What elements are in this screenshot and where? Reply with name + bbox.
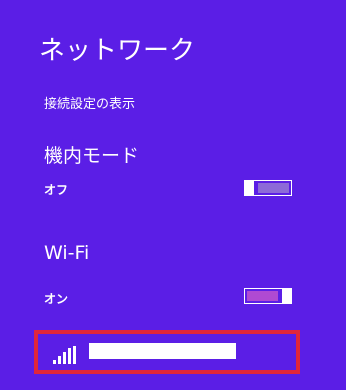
airplane-mode-label: 機内モード	[44, 145, 140, 167]
panel-title: ネットワーク	[39, 36, 196, 66]
toggle-thumb[interactable]	[282, 288, 292, 304]
wifi-toggle[interactable]	[244, 288, 292, 304]
wifi-state: オン	[44, 292, 69, 306]
toggle-thumb[interactable]	[244, 180, 254, 196]
signal-bar	[58, 356, 61, 364]
airplane-mode-state: オフ	[44, 183, 69, 197]
airplane-mode-toggle[interactable]	[244, 180, 292, 196]
signal-bar	[63, 352, 66, 364]
signal-bar	[68, 348, 71, 364]
toggle-track	[247, 291, 278, 301]
wifi-signal-icon	[53, 346, 77, 364]
signal-bar	[53, 360, 56, 364]
toggle-track	[258, 183, 289, 193]
network-ssid-redacted	[89, 343, 236, 359]
wifi-label: Wi-Fi	[44, 242, 90, 264]
network-list-item[interactable]	[34, 330, 300, 374]
view-connection-settings-link[interactable]: 接続設定の表示	[44, 93, 135, 112]
signal-bar	[73, 346, 76, 364]
